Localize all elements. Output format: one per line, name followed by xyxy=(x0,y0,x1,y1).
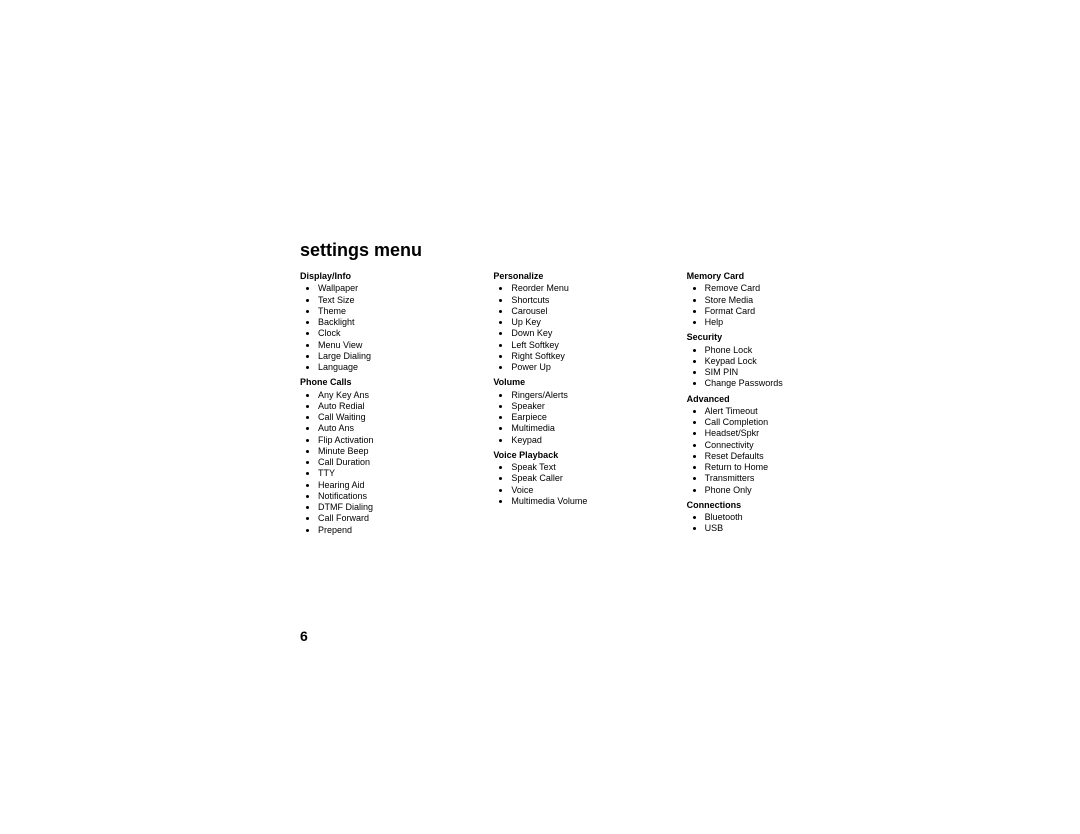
list-item: Speak Caller xyxy=(511,473,646,484)
list-item: Flip Activation xyxy=(318,435,453,446)
page-title: settings menu xyxy=(300,240,840,261)
list-item: SIM PIN xyxy=(705,367,840,378)
list-item: Alert Timeout xyxy=(705,406,840,417)
list-item: Connectivity xyxy=(705,440,840,451)
section-title: Volume xyxy=(493,377,646,388)
section-list: WallpaperText SizeThemeBacklightClockMen… xyxy=(300,283,453,373)
section-list: Ringers/AlertsSpeakerEarpieceMultimediaK… xyxy=(493,390,646,446)
list-item: Large Dialing xyxy=(318,351,453,362)
section-title: Phone Calls xyxy=(300,377,453,388)
list-item: Up Key xyxy=(511,317,646,328)
section-title: Display/Info xyxy=(300,271,453,282)
list-item: Voice xyxy=(511,485,646,496)
section-list: Phone LockKeypad LockSIM PINChange Passw… xyxy=(687,345,840,390)
section-title: Advanced xyxy=(687,394,840,405)
columns-container: Display/InfoWallpaperText SizeThemeBackl… xyxy=(300,267,840,539)
list-item: Right Softkey xyxy=(511,351,646,362)
section-title: Connections xyxy=(687,500,840,511)
list-item: Left Softkey xyxy=(511,340,646,351)
section-list: Remove CardStore MediaFormat CardHelp xyxy=(687,283,840,328)
list-item: Speaker xyxy=(511,401,646,412)
section-title: Security xyxy=(687,332,840,343)
column-3: Memory CardRemove CardStore MediaFormat … xyxy=(687,267,840,539)
list-item: Clock xyxy=(318,328,453,339)
list-item: Remove Card xyxy=(705,283,840,294)
list-item: Store Media xyxy=(705,295,840,306)
list-item: DTMF Dialing xyxy=(318,502,453,513)
list-item: Auto Redial xyxy=(318,401,453,412)
list-item: Reorder Menu xyxy=(511,283,646,294)
list-item: Auto Ans xyxy=(318,423,453,434)
list-item: Reset Defaults xyxy=(705,451,840,462)
section-list: Reorder MenuShortcutsCarouselUp KeyDown … xyxy=(493,283,646,373)
section-title: Voice Playback xyxy=(493,450,646,461)
list-item: Any Key Ans xyxy=(318,390,453,401)
list-item: Menu View xyxy=(318,340,453,351)
column-1: Display/InfoWallpaperText SizeThemeBackl… xyxy=(300,267,453,539)
list-item: Language xyxy=(318,362,453,373)
list-item: Ringers/Alerts xyxy=(511,390,646,401)
list-item: USB xyxy=(705,523,840,534)
list-item: Call Forward xyxy=(318,513,453,524)
list-item: Minute Beep xyxy=(318,446,453,457)
list-item: Call Duration xyxy=(318,457,453,468)
list-item: Phone Only xyxy=(705,485,840,496)
list-item: Power Up xyxy=(511,362,646,373)
section-title: Personalize xyxy=(493,271,646,282)
list-item: Return to Home xyxy=(705,462,840,473)
list-item: Format Card xyxy=(705,306,840,317)
section-list: BluetoothUSB xyxy=(687,512,840,535)
list-item: Change Passwords xyxy=(705,378,840,389)
list-item: Call Completion xyxy=(705,417,840,428)
list-item: Down Key xyxy=(511,328,646,339)
list-item: Bluetooth xyxy=(705,512,840,523)
list-item: Prepend xyxy=(318,525,453,536)
list-item: Earpiece xyxy=(511,412,646,423)
section-title: Memory Card xyxy=(687,271,840,282)
page-number: 6 xyxy=(300,628,308,644)
list-item: Headset/Spkr xyxy=(705,428,840,439)
list-item: Shortcuts xyxy=(511,295,646,306)
list-item: Call Waiting xyxy=(318,412,453,423)
list-item: Backlight xyxy=(318,317,453,328)
list-item: Phone Lock xyxy=(705,345,840,356)
list-item: Keypad xyxy=(511,435,646,446)
column-2: PersonalizeReorder MenuShortcutsCarousel… xyxy=(493,267,646,539)
list-item: Keypad Lock xyxy=(705,356,840,367)
section-list: Alert TimeoutCall CompletionHeadset/Spkr… xyxy=(687,406,840,496)
list-item: Notifications xyxy=(318,491,453,502)
list-item: TTY xyxy=(318,468,453,479)
list-item: Help xyxy=(705,317,840,328)
list-item: Hearing Aid xyxy=(318,480,453,491)
section-list: Speak TextSpeak CallerVoiceMultimedia Vo… xyxy=(493,462,646,507)
list-item: Text Size xyxy=(318,295,453,306)
list-item: Carousel xyxy=(511,306,646,317)
list-item: Transmitters xyxy=(705,473,840,484)
list-item: Multimedia xyxy=(511,423,646,434)
page-content: settings menu Display/InfoWallpaperText … xyxy=(300,240,840,539)
list-item: Speak Text xyxy=(511,462,646,473)
list-item: Multimedia Volume xyxy=(511,496,646,507)
section-list: Any Key AnsAuto RedialCall WaitingAuto A… xyxy=(300,390,453,536)
list-item: Wallpaper xyxy=(318,283,453,294)
list-item: Theme xyxy=(318,306,453,317)
